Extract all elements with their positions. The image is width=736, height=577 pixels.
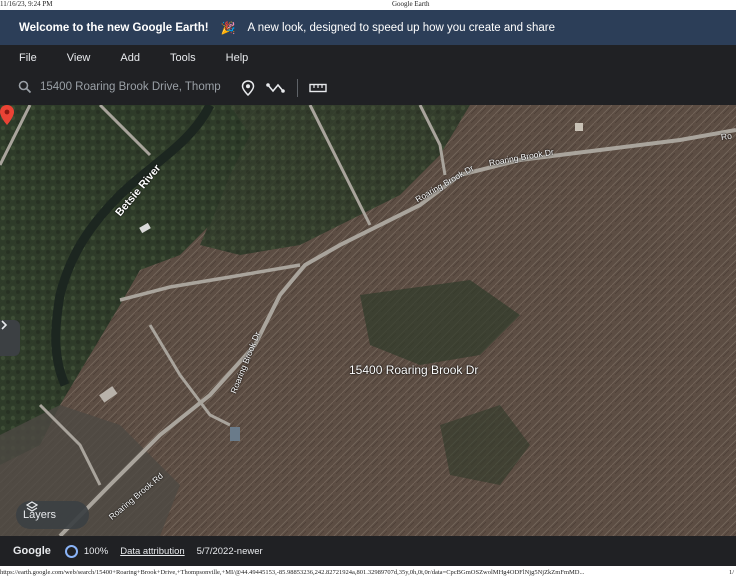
ruler-icon[interactable] (308, 78, 328, 98)
search-box[interactable] (10, 74, 260, 100)
pin-icon[interactable] (238, 78, 258, 98)
print-title: Google Earth (392, 0, 430, 8)
menu-file[interactable]: File (19, 52, 37, 64)
status-bar: Google 100% Data attribution 5/7/2022-ne… (0, 536, 736, 566)
zoom-percentage: 100% (83, 545, 109, 557)
print-footer: https://earth.google.com/web/search/1540… (0, 569, 736, 577)
map-imagery (0, 105, 736, 536)
google-logo: Google (13, 545, 51, 557)
place-label: 15400 Roaring Brook Dr (349, 363, 479, 377)
layers-icon (26, 501, 38, 512)
route-icon[interactable] (266, 78, 286, 98)
menu-view[interactable]: View (67, 52, 91, 64)
toolbar (0, 70, 736, 105)
print-page-number: 1/ (728, 569, 734, 576)
party-popper-icon: 🎉 (220, 20, 236, 35)
satellite-map[interactable]: Betsie River Roaring Brook Dr Roaring Br… (0, 105, 736, 536)
layers-button[interactable]: Layers (16, 501, 89, 529)
search-icon[interactable] (18, 80, 32, 94)
menu-bar: File View Add Tools Help (0, 45, 736, 70)
chevron-right-icon (1, 320, 8, 330)
print-header: 11/16/23, 9:24 PM Google Earth (0, 0, 736, 10)
search-input[interactable] (40, 81, 225, 93)
welcome-banner: Welcome to the new Google Earth! 🎉 A new… (0, 10, 736, 45)
menu-tools[interactable]: Tools (170, 52, 196, 64)
google-earth-app: Welcome to the new Google Earth! 🎉 A new… (0, 10, 736, 566)
print-url: https://earth.google.com/web/search/1540… (0, 569, 585, 576)
road-label: Ro (720, 130, 733, 142)
banner-title: Welcome to the new Google Earth! (19, 21, 209, 34)
banner-message: A new look, designed to speed up how you… (247, 21, 556, 34)
loading-ring-icon (64, 544, 78, 558)
menu-add[interactable]: Add (120, 52, 140, 64)
sidebar-toggle[interactable] (0, 320, 20, 356)
imagery-date: 5/7/2022-newer (196, 545, 263, 557)
data-attribution-link[interactable]: Data attribution (120, 546, 184, 557)
menu-help[interactable]: Help (226, 52, 249, 64)
location-pin-icon[interactable] (0, 105, 14, 125)
toolbar-divider (297, 79, 298, 97)
print-timestamp: 11/16/23, 9:24 PM (0, 0, 53, 8)
